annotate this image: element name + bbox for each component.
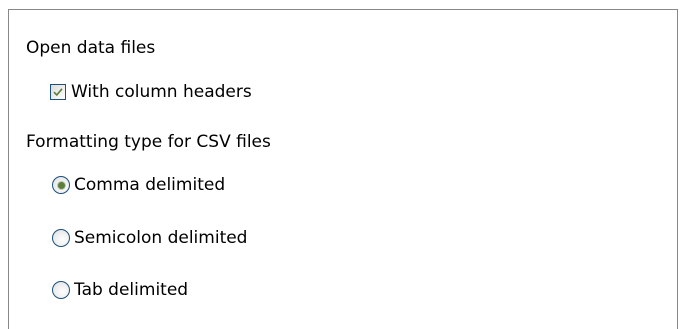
radio-tab-delimited[interactable]: Tab delimited xyxy=(52,280,188,300)
comma-delimited-label[interactable]: Comma delimited xyxy=(74,175,225,195)
with-column-headers-label[interactable]: With column headers xyxy=(71,82,252,102)
radio-comma-delimited[interactable]: Comma delimited xyxy=(52,175,225,195)
options-panel: Open data files With column headers Form… xyxy=(8,9,678,329)
tab-delimited-label[interactable]: Tab delimited xyxy=(74,280,188,300)
radio-button-selected-icon[interactable] xyxy=(52,176,70,194)
with-column-headers-checkbox[interactable]: With column headers xyxy=(50,82,252,102)
open-data-files-heading: Open data files xyxy=(26,38,156,58)
radio-button-icon[interactable] xyxy=(52,229,70,247)
checkmark-icon xyxy=(53,88,63,97)
checkbox-box[interactable] xyxy=(50,84,66,100)
semicolon-delimited-label[interactable]: Semicolon delimited xyxy=(74,228,247,248)
radio-semicolon-delimited[interactable]: Semicolon delimited xyxy=(52,228,247,248)
radio-dot-icon xyxy=(57,181,65,189)
radio-button-icon[interactable] xyxy=(52,281,70,299)
csv-formatting-heading: Formatting type for CSV files xyxy=(26,132,271,152)
